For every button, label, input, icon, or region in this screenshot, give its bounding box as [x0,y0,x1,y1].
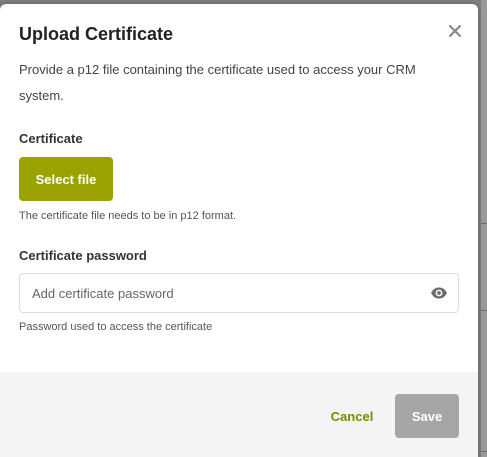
select-file-button[interactable]: Select file [19,157,113,201]
background-divider [481,223,487,224]
certificate-password-input[interactable] [32,274,412,312]
dialog-description: Provide a p12 file containing the certif… [19,62,416,103]
upload-certificate-dialog: Upload Certificate Provide a p12 file co… [0,4,478,457]
background-divider [481,451,487,452]
close-button[interactable] [444,20,466,42]
certificate-password-label: Certificate password [19,248,147,263]
save-button[interactable]: Save [395,394,459,438]
close-icon [448,24,462,38]
background-page-edge [481,0,487,457]
certificate-label: Certificate [19,131,83,146]
password-hint: Password used to access the certificate [19,321,213,333]
toggle-password-visibility-button[interactable] [430,284,448,302]
eye-icon [431,287,447,299]
certificate-format-hint: The certificate file needs to be in p12 … [19,210,237,222]
cancel-button[interactable]: Cancel [322,404,382,428]
background-divider [481,310,487,311]
dialog-footer: Cancel Save [0,372,478,457]
certificate-password-field [19,273,459,313]
dialog-title: Upload Certificate [19,24,174,44]
